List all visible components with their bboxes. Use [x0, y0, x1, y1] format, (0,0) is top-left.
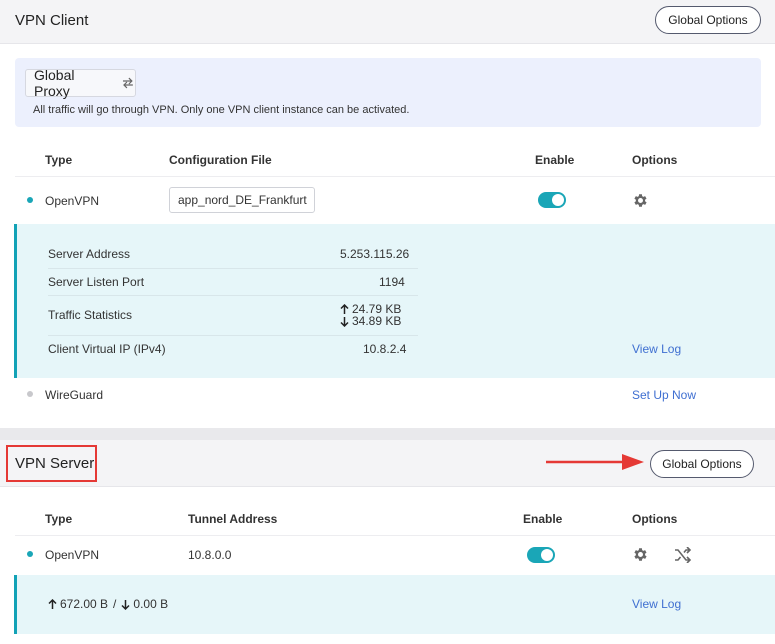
- client-openvpn-type: OpenVPN: [45, 194, 100, 208]
- divider: [48, 335, 418, 336]
- client-view-log-link[interactable]: View Log: [632, 342, 681, 356]
- divider: [48, 268, 418, 269]
- server-address-value: 5.253.115.26: [340, 247, 410, 261]
- vpn-server-header: VPN Server Global Options: [0, 440, 775, 487]
- server-openvpn-type: OpenVPN: [45, 548, 100, 562]
- virtual-ip-value: 10.8.2.4: [363, 342, 407, 356]
- config-file-value: app_nord_DE_Frankfurt: [178, 193, 307, 207]
- server-openvpn-details: 672.00 B / 0.00 B View Log: [14, 575, 775, 634]
- server-traffic: 672.00 B / 0.00 B: [48, 597, 168, 611]
- traffic-separator: /: [113, 597, 117, 611]
- global-proxy-banner: Global Proxy All traffic will go through…: [15, 58, 761, 127]
- switch-icon: [123, 77, 134, 89]
- divider: [48, 295, 418, 296]
- col-type: Type: [45, 512, 73, 526]
- gear-icon[interactable]: [632, 192, 649, 209]
- server-upload-value: 672.00 B: [60, 597, 109, 611]
- arrow-down-icon: [121, 599, 130, 610]
- traffic-statistics-label: Traffic Statistics: [48, 308, 133, 322]
- listen-port-label: Server Listen Port: [48, 275, 145, 289]
- config-file-select[interactable]: app_nord_DE_Frankfurt: [169, 187, 315, 213]
- col-config-file: Configuration File: [169, 153, 272, 167]
- col-options: Options: [632, 153, 678, 167]
- client-openvpn-details: Server Address 5.253.115.26 Server Liste…: [14, 224, 775, 378]
- listen-port-value: 1194: [379, 275, 405, 289]
- server-download-value: 0.00 B: [133, 597, 169, 611]
- wireguard-type: WireGuard: [45, 388, 104, 402]
- divider: [15, 176, 775, 177]
- arrow-up-icon: [48, 598, 57, 609]
- arrow-down-icon: [340, 316, 349, 327]
- divider: [15, 535, 775, 536]
- server-global-options-button[interactable]: Global Options: [650, 450, 754, 478]
- global-proxy-button[interactable]: Global Proxy: [25, 67, 136, 99]
- col-enable: Enable: [523, 512, 563, 526]
- status-dot: [27, 197, 33, 203]
- global-proxy-label: Global Proxy: [34, 67, 75, 99]
- client-global-options-button[interactable]: Global Options: [655, 6, 761, 34]
- server-openvpn-enable-toggle[interactable]: [527, 547, 555, 563]
- vpn-client-card: VPN Client Global Options Global Proxy A…: [0, 0, 775, 428]
- client-openvpn-enable-toggle[interactable]: [538, 192, 566, 208]
- tunnel-address-value: 10.8.0.0: [188, 548, 232, 562]
- vpn-client-title: VPN Client: [15, 12, 89, 29]
- col-tunnel-address: Tunnel Address: [188, 512, 278, 526]
- vpn-client-header: VPN Client Global Options: [0, 0, 775, 44]
- global-proxy-description: All traffic will go through VPN. Only on…: [33, 104, 410, 116]
- col-enable: Enable: [535, 153, 575, 167]
- server-address-label: Server Address: [48, 247, 131, 261]
- traffic-download: 34.89 KB: [340, 314, 401, 328]
- shuffle-icon[interactable]: [674, 547, 692, 563]
- traffic-download-value: 34.89 KB: [352, 314, 402, 328]
- virtual-ip-label: Client Virtual IP (IPv4): [48, 342, 166, 356]
- arrow-up-icon: [340, 303, 349, 314]
- status-dot: [27, 551, 33, 557]
- server-view-log-link[interactable]: View Log: [632, 597, 681, 611]
- col-options: Options: [632, 512, 678, 526]
- arrow-annotation-icon: [546, 454, 644, 470]
- col-type: Type: [45, 153, 73, 167]
- gear-icon[interactable]: [632, 546, 649, 563]
- vpn-server-card: VPN Server Global Options Type Tunnel Ad…: [0, 440, 775, 644]
- wireguard-setup-link[interactable]: Set Up Now: [632, 388, 696, 402]
- vpn-server-title: VPN Server: [15, 455, 95, 472]
- status-dot: [27, 391, 33, 397]
